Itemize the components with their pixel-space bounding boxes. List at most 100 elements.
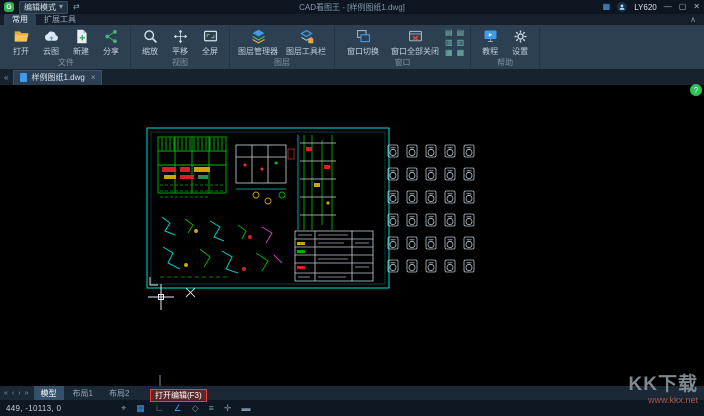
cad-drawing xyxy=(0,85,704,386)
block-symbol-grid xyxy=(388,145,474,272)
arrange-columns-icon[interactable]: ▦ xyxy=(457,48,465,58)
window-arrange-column-2: ▤ ▥ ▦ xyxy=(455,26,467,58)
panel-toggle-icon[interactable]: « xyxy=(4,73,8,82)
arrange-grid-icon[interactable]: ▤ xyxy=(457,28,465,38)
share-icon xyxy=(103,28,120,45)
ribbon-group-help: 教程 设置 帮助 xyxy=(471,26,540,69)
new-file-button[interactable]: 新建 xyxy=(66,26,96,57)
cloud-icon xyxy=(43,28,60,45)
caret-down-icon: ▾ xyxy=(59,3,63,11)
share-button[interactable]: 分享 xyxy=(96,26,126,57)
open-button[interactable]: 打开 xyxy=(6,26,36,57)
document-tab-bar: « 样例图纸1.dwg × xyxy=(0,69,704,85)
ribbon-tab-bar: 常用 扩展工具 ∧ xyxy=(0,14,704,25)
layout-tab-layout1[interactable]: 布局1 xyxy=(66,386,100,400)
open-edit-label: 打开编辑(F3) xyxy=(155,390,202,401)
person-icon xyxy=(618,3,626,11)
ribbon: 打开 云图 新建 分享 文件 xyxy=(0,25,704,69)
window-close-all-button[interactable]: 窗口全部关闭 xyxy=(387,26,443,57)
document-tab-label: 样例图纸1.dwg xyxy=(31,72,84,83)
title-block-table xyxy=(295,231,373,281)
piping-isometrics xyxy=(160,217,282,277)
window-close-all-icon xyxy=(407,28,424,45)
quick-switch-icon[interactable]: ⇄ xyxy=(73,3,80,11)
pan-button[interactable]: 平移 xyxy=(165,26,195,57)
layout-tab-layout2[interactable]: 布局2 xyxy=(102,386,136,400)
nav-first-icon[interactable]: « xyxy=(4,390,8,397)
riser-diagram xyxy=(298,135,336,230)
app-logo-icon: G xyxy=(4,2,14,12)
username[interactable]: LY620 xyxy=(634,3,657,12)
window-switch-icon xyxy=(355,28,372,45)
ribbon-tab-extended[interactable]: 扩展工具 xyxy=(36,14,84,25)
cloud-drawings-button[interactable]: 云图 xyxy=(36,26,66,57)
arrange-rows-icon[interactable]: ▥ xyxy=(457,38,465,48)
layer-toolbar-button[interactable]: 图层工具栏 xyxy=(282,26,330,57)
nav-next-icon[interactable]: › xyxy=(18,390,20,397)
new-file-icon xyxy=(73,28,90,45)
tile-horizontal-icon[interactable]: ▤ xyxy=(445,28,453,38)
layer-manager-button[interactable]: 图层管理器 xyxy=(234,26,282,57)
apps-grid-icon[interactable]: ▦ xyxy=(603,3,611,11)
group-label-window: 窗口 xyxy=(395,58,411,69)
window-arrange-column-1: ▤ ▥ ▦ xyxy=(443,26,455,58)
zoom-button[interactable]: 缩放 xyxy=(135,26,165,57)
snap-icon[interactable]: ⌖ xyxy=(121,403,126,414)
layout-nav: « ‹ › » xyxy=(4,390,29,397)
minimize-button[interactable]: — xyxy=(664,3,672,11)
group-label-layer: 图层 xyxy=(274,58,290,69)
status-bar: 449, -10113, 0 ⌖ ▦ ∟ ∠ ◇ ≡ ✛ ▬ xyxy=(0,400,704,416)
edit-mode-select[interactable]: 编辑模式 ▾ xyxy=(19,1,68,14)
detail-plan xyxy=(236,145,294,204)
tab-close-icon[interactable]: × xyxy=(91,73,96,82)
ribbon-group-view: 缩放 平移 全屏 视图 xyxy=(131,26,230,69)
float-help-glyph: ? xyxy=(694,86,698,95)
layout-tab-model[interactable]: 模型 xyxy=(34,386,64,400)
ribbon-group-layer: 图层管理器 图层工具栏 图层 xyxy=(230,26,335,69)
drawing-canvas[interactable] xyxy=(0,85,704,386)
edit-mode-label: 编辑模式 xyxy=(24,2,56,13)
settings-button[interactable]: 设置 xyxy=(505,26,535,57)
status-toggle-icons: ⌖ ▦ ∟ ∠ ◇ ≡ ✛ ▬ xyxy=(121,403,250,414)
gear-icon xyxy=(512,28,529,45)
layers-icon xyxy=(250,28,267,45)
group-label-file: 文件 xyxy=(58,58,74,69)
user-avatar[interactable] xyxy=(617,2,627,12)
nav-prev-icon[interactable]: ‹ xyxy=(12,390,14,397)
float-help-button[interactable]: ? xyxy=(690,84,702,96)
window-switch-button[interactable]: 窗口切换 xyxy=(339,26,387,57)
maximize-button[interactable]: ▢ xyxy=(679,3,687,11)
otrack-icon[interactable]: ≡ xyxy=(209,403,214,414)
crosshair-cursor xyxy=(148,277,195,386)
ribbon-tab-common[interactable]: 常用 xyxy=(4,14,36,25)
osnap-icon[interactable]: ◇ xyxy=(192,403,199,414)
fullscreen-button[interactable]: 全屏 xyxy=(195,26,225,57)
lineweight-icon[interactable]: ▬ xyxy=(241,403,250,414)
fullscreen-icon xyxy=(202,28,219,45)
tile-vertical-icon[interactable]: ▥ xyxy=(445,38,453,48)
document-tab-active[interactable]: 样例图纸1.dwg × xyxy=(13,70,102,85)
window-title: CAD看图王 - [样例图纸1.dwg] xyxy=(120,2,584,13)
tutorial-button[interactable]: 教程 xyxy=(475,26,505,57)
tutorial-icon xyxy=(482,28,499,45)
layer-tools-icon xyxy=(298,28,315,45)
group-label-view: 视图 xyxy=(172,58,188,69)
grid-icon[interactable]: ▦ xyxy=(136,403,145,414)
titlebar: G 编辑模式 ▾ ⇄ CAD看图王 - [样例图纸1.dwg] ▦ LY620 … xyxy=(0,0,704,14)
nav-last-icon[interactable]: » xyxy=(25,390,29,397)
folder-open-icon xyxy=(13,28,30,45)
group-label-help: 帮助 xyxy=(497,58,513,69)
dynamic-input-icon[interactable]: ✛ xyxy=(224,403,232,414)
close-button[interactable]: ✕ xyxy=(693,3,700,11)
ribbon-group-window: 窗口切换 窗口全部关闭 ▤ ▥ ▦ ▤ ▥ ▦ 窗口 xyxy=(335,26,471,69)
dwg-file-icon xyxy=(20,73,27,82)
ribbon-collapse-icon[interactable]: ∧ xyxy=(690,15,696,24)
ribbon-group-file: 打开 云图 新建 分享 文件 xyxy=(2,26,131,69)
ortho-icon[interactable]: ∟ xyxy=(155,403,164,414)
pan-move-icon xyxy=(172,28,189,45)
coordinates-readout: 449, -10113, 0 xyxy=(6,404,61,413)
open-edit-button[interactable]: 打开编辑(F3) xyxy=(150,389,207,402)
cascade-icon[interactable]: ▦ xyxy=(445,48,453,58)
layout-tab-bar: « ‹ › » 模型 布局1 布局2 xyxy=(0,386,704,400)
polar-icon[interactable]: ∠ xyxy=(174,403,182,414)
